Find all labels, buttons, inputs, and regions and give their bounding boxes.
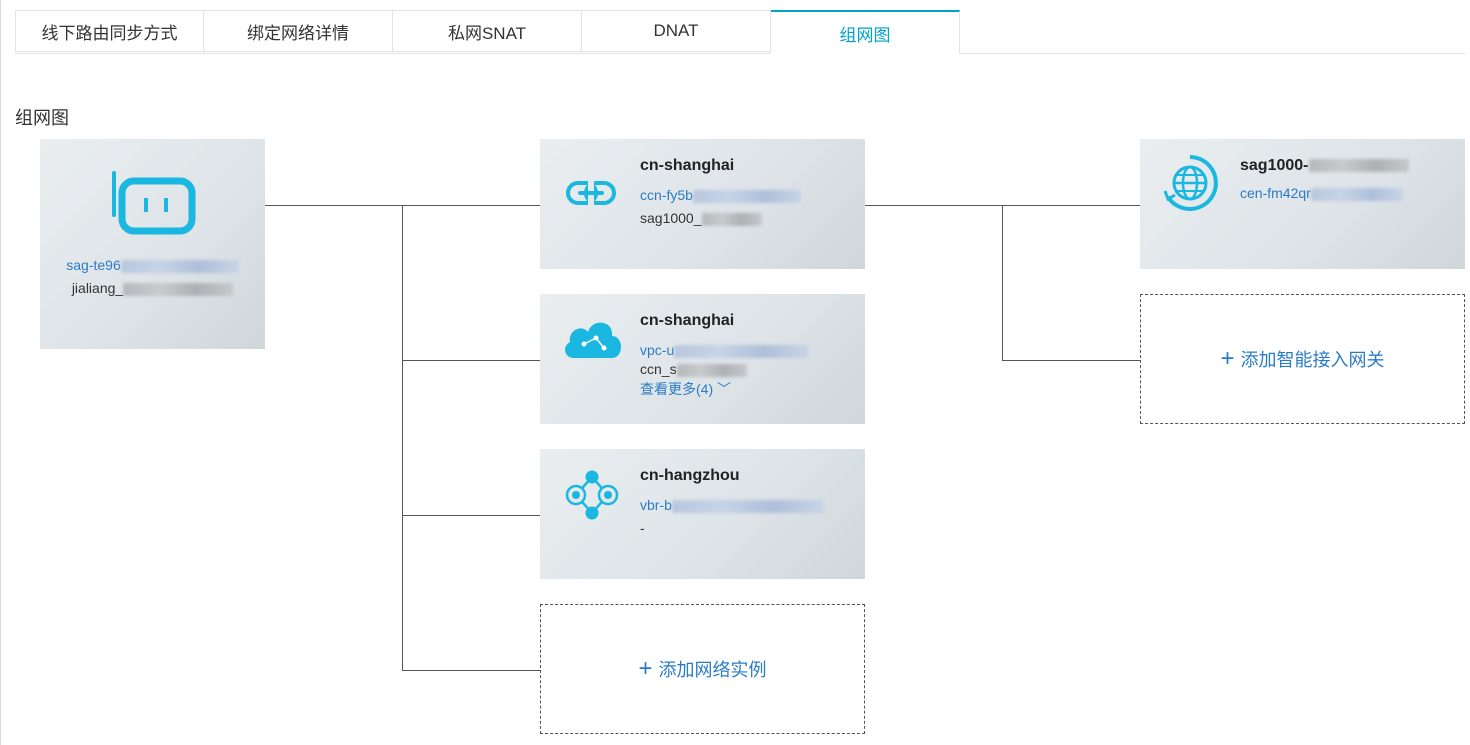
add-network-instance-button[interactable]: + 添加网络实例 — [540, 604, 865, 734]
view-more-link[interactable]: 查看更多(4) ﹀ — [640, 379, 731, 399]
sag-id-link[interactable]: sag-te96 — [40, 257, 265, 273]
plus-icon: + — [638, 655, 653, 682]
sag-device-card[interactable]: sag-te96 jialiang_ — [40, 139, 265, 349]
add-network-label: 添加网络实例 — [658, 660, 767, 680]
network-sub: ccn_s — [640, 361, 747, 377]
tab-bound-network[interactable]: 绑定网络详情 — [204, 10, 393, 52]
sag-device-icon — [108, 169, 196, 237]
connector-line — [402, 670, 540, 671]
ccn-link-icon — [562, 164, 620, 222]
sag-name: jialiang_ — [40, 280, 265, 296]
tab-route-sync[interactable]: 线下路由同步方式 — [15, 10, 204, 52]
connector-line — [1002, 205, 1003, 360]
plus-icon: + — [1220, 345, 1235, 372]
cen-card[interactable]: sag1000- cen-fm42qr — [1140, 139, 1465, 269]
network-card-vpc[interactable]: cn-shanghai vpc-u ccn_s 查看更多(4) ﹀ — [540, 294, 865, 424]
connector-line — [1002, 360, 1140, 361]
network-card-ccn[interactable]: cn-shanghai ccn-fy5b sag1000_ — [540, 139, 865, 269]
connector-line — [402, 515, 540, 516]
cen-id-link[interactable]: cen-fm42qr — [1240, 185, 1403, 201]
network-id-link[interactable]: vbr-b — [640, 497, 824, 513]
connector-line — [402, 360, 540, 361]
network-sub: - — [640, 520, 645, 536]
network-id-link[interactable]: ccn-fy5b — [640, 187, 801, 203]
cen-globe-icon — [1160, 153, 1218, 211]
network-region: cn-hangzhou — [640, 467, 740, 484]
vbr-network-icon — [562, 469, 620, 527]
page-title: 组网图 — [15, 108, 69, 128]
cen-name: sag1000- — [1240, 157, 1409, 175]
network-region: cn-shanghai — [640, 157, 735, 174]
connector-line — [402, 205, 403, 670]
tab-dnat[interactable]: DNAT — [582, 10, 771, 52]
tabs-divider — [15, 53, 1465, 54]
tab-topology[interactable]: 组网图 — [771, 10, 960, 54]
network-card-vbr[interactable]: cn-hangzhou vbr-b - — [540, 449, 865, 579]
add-gateway-label: 添加智能接入网关 — [1240, 350, 1385, 370]
network-sub: sag1000_ — [640, 210, 762, 226]
vpc-cloud-icon — [562, 316, 621, 374]
tab-bar: 线下路由同步方式 绑定网络详情 私网SNAT DNAT 组网图 — [15, 10, 960, 54]
network-region: cn-shanghai — [640, 312, 735, 329]
tab-private-snat[interactable]: 私网SNAT — [393, 10, 582, 52]
chevron-down-icon: ﹀ — [717, 381, 732, 397]
add-smart-gateway-button[interactable]: + 添加智能接入网关 — [1140, 294, 1465, 424]
network-id-link[interactable]: vpc-u — [640, 342, 810, 358]
